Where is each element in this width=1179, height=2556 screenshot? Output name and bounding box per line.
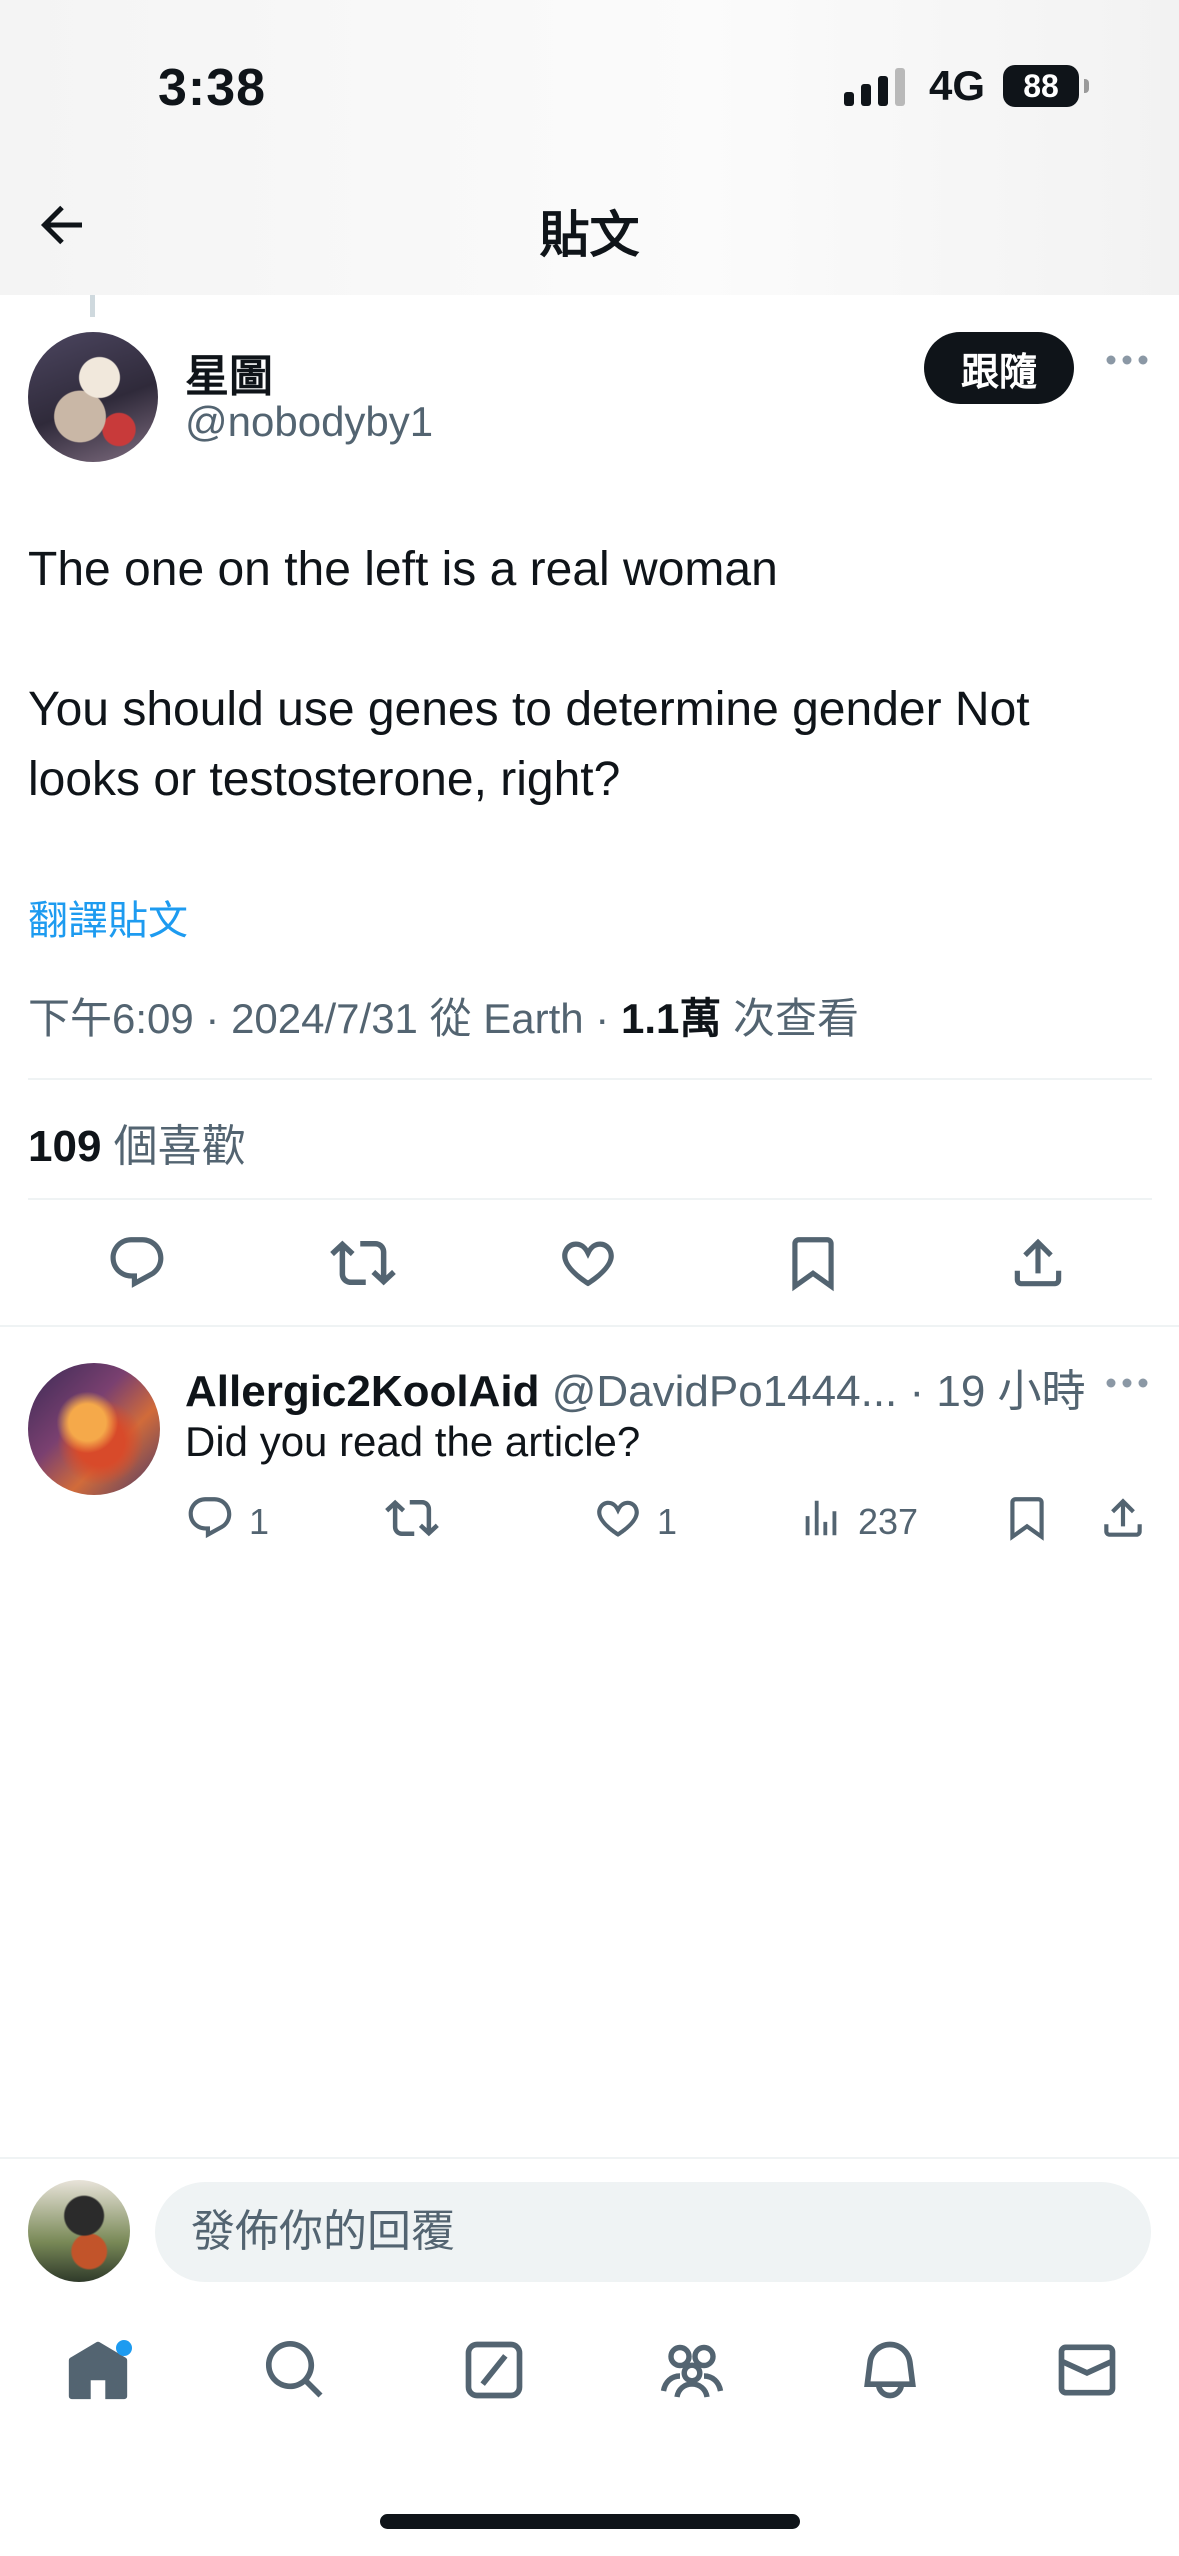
grok-icon[interactable] — [454, 2330, 534, 2410]
post-text: The one on the left is a real woman You … — [28, 535, 1148, 815]
composer-divider — [0, 2157, 1179, 2159]
reply-author-name[interactable]: Allergic2KoolAid — [185, 1367, 540, 1416]
author-display-name[interactable]: 星圖 — [185, 340, 273, 404]
reply-views-button[interactable]: 237 — [798, 1492, 918, 1552]
thread-connector — [90, 295, 95, 317]
post-text-line: The one on the left is a real woman — [28, 543, 778, 596]
page-title: 貼文 — [539, 207, 640, 263]
bottom-tab-bar — [0, 2330, 1179, 2430]
reply-author-handle[interactable]: @DavidPo1444... — [552, 1367, 898, 1416]
translate-post-link[interactable]: 翻譯貼文 — [28, 888, 188, 946]
reply-like-count: 1 — [657, 1501, 678, 1542]
bookmark-icon — [1002, 1493, 1052, 1552]
my-avatar[interactable] — [28, 2180, 130, 2282]
share-icon[interactable] — [1003, 1228, 1073, 1298]
post-action-bar — [0, 1228, 1179, 1298]
divider — [28, 1078, 1152, 1080]
repost-icon[interactable] — [328, 1228, 398, 1298]
communities-icon[interactable] — [652, 2330, 732, 2410]
battery-level: 88 — [1023, 67, 1059, 104]
likes-count: 109 — [28, 1122, 102, 1171]
like-icon[interactable] — [553, 1228, 623, 1298]
notifications-icon[interactable] — [850, 2330, 930, 2410]
reply-header: Allergic2KoolAid @DavidPo1444... · 19 小時 — [185, 1355, 1086, 1419]
home-indicator — [380, 2514, 800, 2529]
reply-reply-count: 1 — [249, 1501, 270, 1542]
author-avatar[interactable] — [28, 332, 158, 462]
author-handle[interactable]: @nobodyby1 — [185, 398, 433, 446]
home-new-dot — [116, 2340, 132, 2356]
reply-bookmark-button[interactable] — [1002, 1492, 1052, 1552]
reply-action-bar: 1 1 237 — [0, 1492, 1179, 1552]
share-icon — [1098, 1493, 1148, 1552]
reply-timestamp: · 19 小時 — [909, 1367, 1086, 1416]
status-indicators: 4G 88 — [843, 62, 1089, 110]
reply-more-options-icon[interactable] — [1103, 1375, 1151, 1391]
network-type: 4G — [928, 62, 985, 109]
likes-summary[interactable]: 109 個喜歡 — [28, 1110, 246, 1174]
status-time: 3:38 — [158, 59, 267, 117]
views-label: 次查看 — [721, 995, 860, 1042]
reply-text: Did you read the article? — [185, 1418, 641, 1465]
views-icon — [798, 1495, 844, 1550]
search-icon[interactable] — [255, 2330, 335, 2410]
reply-share-button[interactable] — [1098, 1492, 1148, 1552]
views-count: 1.1萬 — [620, 995, 722, 1042]
bookmark-icon[interactable] — [778, 1228, 848, 1298]
reply-avatar[interactable] — [28, 1363, 160, 1495]
post-timestamp: 下午6:09 · 2024/7/31 從 Earth · — [28, 995, 621, 1042]
post-text-line: You should use genes to determine gender… — [28, 683, 1030, 806]
signal-icon — [843, 66, 905, 106]
reply-input[interactable] — [155, 2182, 1151, 2282]
messages-icon[interactable] — [1047, 2330, 1127, 2410]
like-icon — [593, 1493, 643, 1552]
likes-label: 個喜歡 — [101, 1122, 246, 1171]
divider — [28, 1198, 1152, 1200]
reply-like-button[interactable]: 1 — [593, 1492, 677, 1552]
reply-icon[interactable] — [102, 1228, 172, 1298]
more-options-icon[interactable] — [1103, 352, 1151, 368]
follow-button[interactable]: 跟隨 — [924, 332, 1074, 404]
divider — [0, 1325, 1179, 1327]
battery-icon: 88 — [1003, 65, 1089, 107]
reply-views-count: 237 — [858, 1501, 919, 1542]
post-meta: 下午6:09 · 2024/7/31 從 Earth · 1.1萬 次查看 — [28, 985, 859, 1046]
reply-repost-button[interactable] — [385, 1492, 439, 1552]
reply-icon — [185, 1493, 235, 1552]
reply-reply-button[interactable]: 1 — [185, 1492, 269, 1552]
repost-icon — [385, 1491, 439, 1554]
